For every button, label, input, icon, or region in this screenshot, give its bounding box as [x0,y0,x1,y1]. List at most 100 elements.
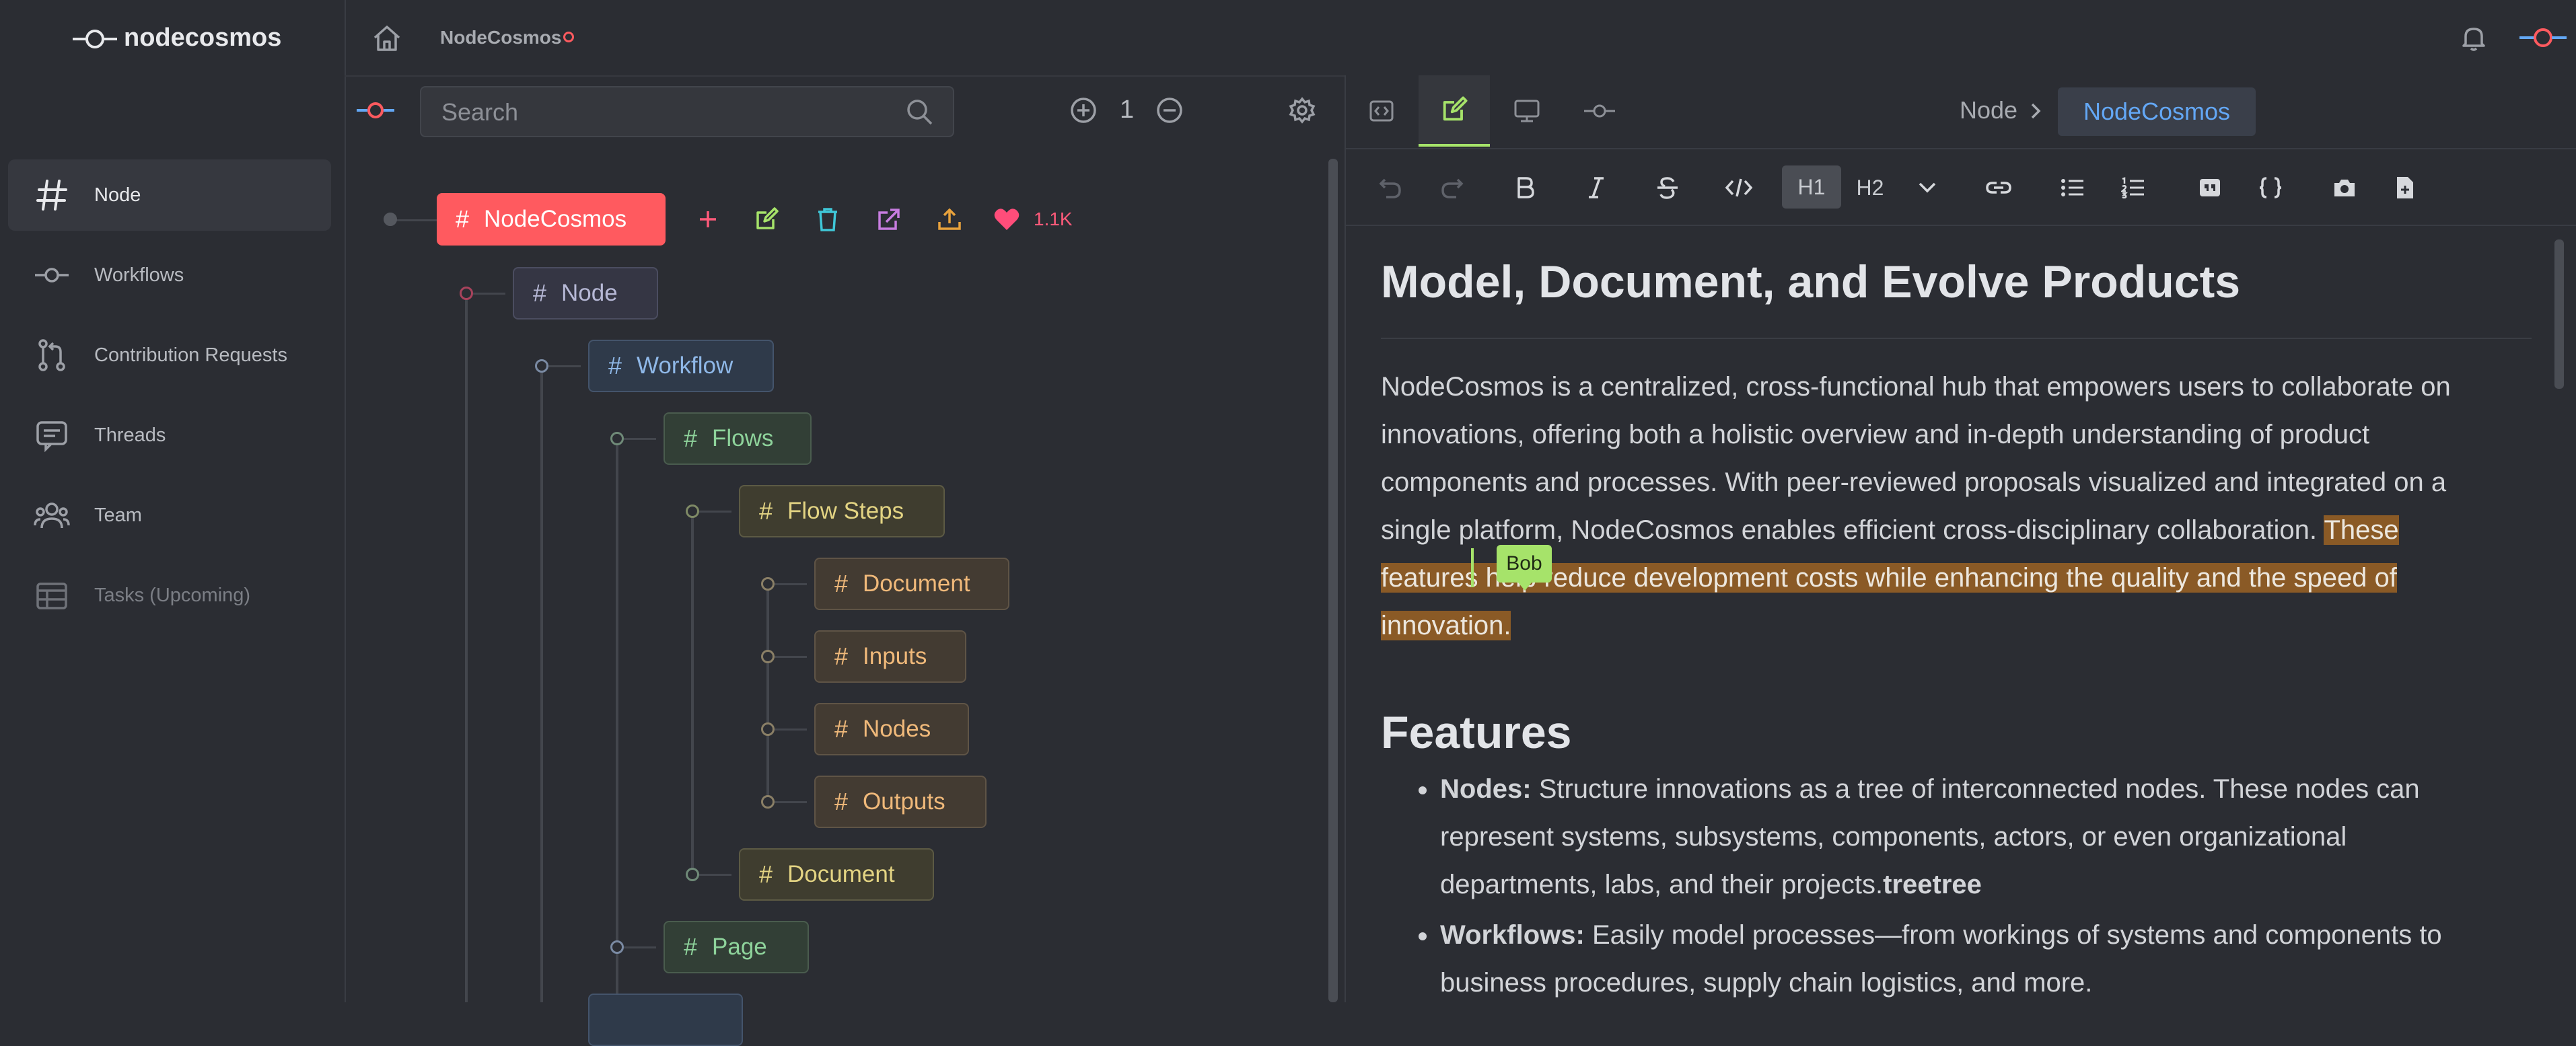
tree-node-dot[interactable] [761,577,775,591]
tree-node-dot[interactable] [686,505,699,518]
breadcrumb-title[interactable]: NodeCosmos [440,27,561,48]
sidebar-item-tasks[interactable]: Tasks (Upcoming) [8,560,331,631]
pane-scrollbar[interactable] [1328,159,1338,1002]
editor-scrollbar[interactable] [2554,239,2564,389]
numbered-list-icon [2121,177,2145,198]
depth-value: 1 [1120,96,1135,124]
heading-dropdown[interactable] [1907,167,1947,208]
open-external-icon[interactable] [875,206,902,233]
tree-connector [624,438,656,440]
zoom-in-icon[interactable] [1069,96,1098,124]
sidebar-item-label: Threads [94,424,166,446]
logo[interactable]: nodecosmos [0,0,345,75]
home-icon[interactable] [371,23,402,54]
feature-suffix: treetree [1883,870,1982,899]
italic-button[interactable] [1576,167,1616,208]
feature-text: Easily model processes—from workings of … [1440,920,2442,998]
tree-node-label: NodeCosmos [484,206,627,232]
tree-node-dot[interactable] [384,213,397,226]
tree-node[interactable]: # Inputs [814,630,966,683]
breadcrumb-parent[interactable]: Node [1960,96,2017,124]
heart-icon[interactable] [993,207,1020,231]
tree-node[interactable]: # Flows [664,412,812,465]
tree-node-dot[interactable] [761,795,775,809]
settings-icon[interactable] [1288,96,1316,124]
tree-root-node[interactable]: # NodeCosmos [437,193,666,246]
tree-connector [548,365,581,367]
code-block-button[interactable] [2250,167,2291,208]
file-button[interactable] [2385,167,2425,208]
add-node-icon[interactable] [696,207,720,231]
sidebar-item-team[interactable]: Team [8,480,331,551]
bullet-list-button[interactable] [2052,167,2093,208]
tree-node-dot[interactable] [761,722,775,736]
edit-icon[interactable] [753,206,780,233]
tree-node-dot[interactable] [610,432,624,445]
intro-paragraph: NodeCosmos is a centralized, cross-funct… [1381,363,2484,650]
bullet [1419,932,1427,940]
zoom-out-icon[interactable] [1155,96,1184,124]
tree-node[interactable]: # Document [739,848,934,901]
tree-guide-line [691,513,694,877]
tab-markdown[interactable] [1346,75,1417,147]
search-input[interactable] [440,96,887,129]
sidebar-item-threads[interactable]: Threads [8,400,331,471]
tree-node[interactable]: # Workflow [588,340,774,392]
search-icon[interactable] [904,97,934,126]
nodecosmos-logo-icon[interactable] [355,97,396,124]
tab-edit[interactable] [1419,75,1490,147]
numbered-list-button[interactable] [2113,167,2153,208]
bold-icon [1515,176,1535,200]
breadcrumb-current[interactable]: NodeCosmos [2058,87,2256,136]
delete-icon[interactable] [814,206,841,233]
tree-node-dot[interactable] [610,940,624,954]
tree-node[interactable]: # Flow Steps [739,485,945,537]
tree-node-dot[interactable] [686,868,699,881]
tree-node[interactable]: # Node [513,267,658,320]
feature-title: Nodes: [1440,774,1532,804]
bell-icon[interactable] [2459,23,2489,52]
bold-button[interactable] [1505,167,1545,208]
strikethrough-icon [1655,176,1680,200]
team-icon [34,497,70,533]
upload-icon[interactable] [936,206,963,233]
chevron-down-icon [1917,181,1937,194]
search-field[interactable] [420,86,954,137]
tree-node-dot[interactable] [535,359,548,373]
image-button[interactable] [2324,167,2365,208]
tree-node-dot[interactable] [460,287,473,300]
heading1-button[interactable]: H1 [1782,165,1841,209]
breadcrumb-current-label: NodeCosmos [2083,98,2231,125]
strikethrough-button[interactable] [1647,167,1688,208]
camera-icon [2332,178,2357,198]
list-item: Workflows: Easily model processes—from w… [1440,911,2490,1002]
sidebar-item-contribution-requests[interactable]: Contribution Requests [8,320,331,391]
hash-icon: # [684,424,698,452]
tree-node[interactable]: # Page [664,921,809,973]
user-avatar-icon[interactable] [2518,24,2568,51]
tree-connector [473,293,505,295]
likes-count: 1.1K [1034,209,1073,229]
sidebar-item-workflows[interactable]: Workflows [8,239,331,311]
document-body[interactable]: Model, Document, and Evolve Products Nod… [1346,225,2557,1002]
code-button[interactable] [1717,167,1760,208]
sidebar: nodecosmos Node Workflows Contribution R… [0,0,346,1002]
undo-button[interactable] [1370,167,1410,208]
tree-node[interactable]: # Nodes [814,703,969,755]
chevron-right-icon [2029,101,2042,121]
sidebar-item-node[interactable]: Node [8,159,331,231]
tree-node[interactable]: # Document [814,558,1009,610]
tab-preview[interactable] [1491,75,1563,147]
sidebar-item-label: Workflows [94,264,184,286]
tree-node-label: Node [561,280,618,306]
redo-icon [1440,176,1464,200]
link-button[interactable] [1978,167,2019,208]
tab-workflow[interactable] [1564,75,1635,147]
tree-node-dot[interactable] [761,650,775,663]
heading2-button[interactable]: H2 [1847,167,1894,208]
tree-node[interactable]: # Outputs [814,776,987,828]
blockquote-button[interactable] [2190,167,2230,208]
redo-button[interactable] [1432,167,1472,208]
tree-node-partial[interactable] [588,994,743,1046]
collaborator-badge: Bob [1497,545,1552,583]
